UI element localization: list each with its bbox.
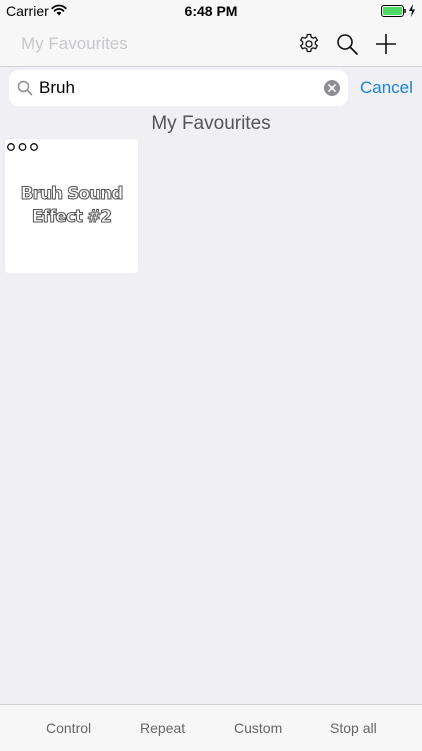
battery-icon <box>381 5 406 17</box>
search-row: Cancel <box>0 67 422 109</box>
bottom-tab-bar: Control Repeat Custom Stop all <box>0 704 422 751</box>
status-bar: Carrier 6:48 PM <box>0 0 422 22</box>
tab-repeat[interactable]: Repeat <box>140 720 185 736</box>
charging-bolt-icon <box>409 4 415 17</box>
tab-custom[interactable]: Custom <box>234 720 282 736</box>
tab-stop-all[interactable]: Stop all <box>330 720 377 736</box>
navigation-bar: My Favourites <box>0 22 422 67</box>
sound-tile-label: Bruh Sound Effect #2 <box>20 184 124 228</box>
clear-search-icon[interactable] <box>324 80 340 96</box>
cancel-button[interactable]: Cancel <box>360 78 413 98</box>
search-field[interactable] <box>9 70 348 106</box>
plus-icon[interactable] <box>374 32 398 56</box>
clock-time: 6:48 PM <box>184 3 238 19</box>
sound-tile[interactable]: Bruh Sound Effect #2 <box>5 139 138 273</box>
tab-control[interactable]: Control <box>46 720 91 736</box>
magnifier-icon <box>17 80 33 96</box>
search-input[interactable] <box>39 76 319 100</box>
more-options-icon[interactable] <box>6 142 40 152</box>
gear-icon[interactable] <box>297 32 321 56</box>
search-icon[interactable] <box>335 32 359 56</box>
nav-title: My Favourites <box>21 34 128 53</box>
section-title: My Favourites <box>151 113 271 134</box>
